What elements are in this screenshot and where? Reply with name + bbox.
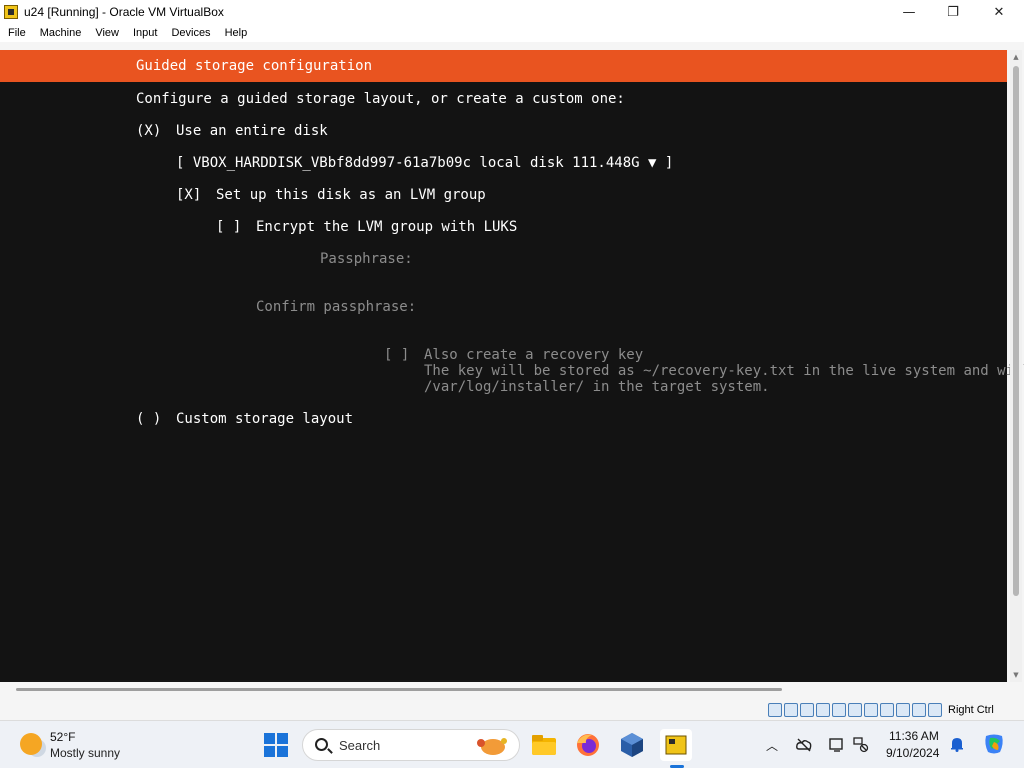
luks-checkbox[interactable]: [ ] <box>216 219 241 235</box>
intro-text: Configure a guided storage layout, or cr… <box>136 91 625 107</box>
menu-bar: File Machine View Input Devices Help <box>0 24 1024 42</box>
installer-console[interactable]: Guided storage configuration Configure a… <box>0 50 1024 682</box>
recovery-key-description-2: /var/log/installer/ in the target system… <box>424 379 770 395</box>
cpu-icon[interactable] <box>896 703 910 717</box>
lvm-label[interactable]: Set up this disk as an LVM group <box>216 187 486 203</box>
window-title: u24 [Running] - Oracle VM VirtualBox <box>24 5 224 19</box>
network-icon[interactable] <box>852 736 870 754</box>
vm-status-bar: Right Ctrl <box>768 702 994 718</box>
passphrase-label: Passphrase: <box>320 251 413 267</box>
menu-view[interactable]: View <box>95 27 119 39</box>
custom-layout-radio[interactable]: ( ) <box>136 411 161 427</box>
windows-taskbar: 52°F Mostly sunny Search ︿ 11:36 AM 9/10… <box>0 720 1024 768</box>
taskbar-search[interactable]: Search <box>302 729 520 761</box>
installer-header-title: Guided storage configuration <box>136 58 373 74</box>
display-icon[interactable] <box>864 703 878 717</box>
menu-machine[interactable]: Machine <box>40 27 82 39</box>
virtualbox-app-icon <box>4 5 18 19</box>
confirm-passphrase-label: Confirm passphrase: <box>256 299 417 315</box>
shared-folder-icon[interactable] <box>848 703 862 717</box>
search-icon <box>315 738 328 751</box>
recovery-key-checkbox[interactable]: [ ] <box>384 347 409 363</box>
vertical-scroll-thumb[interactable] <box>1013 66 1019 596</box>
disk-select-dropdown[interactable]: [ VBOX_HARDDISK_VBbf8dd997-61a7b09c loca… <box>176 155 673 171</box>
virtualbox-icon[interactable] <box>616 729 648 761</box>
cloud-off-icon[interactable] <box>795 736 813 754</box>
vm-status-area: Right Ctrl <box>0 682 1024 720</box>
clock-date[interactable]: 9/10/2024 <box>886 746 939 760</box>
lvm-checkbox[interactable]: [X] <box>176 187 201 203</box>
file-explorer-icon[interactable] <box>528 729 560 761</box>
firefox-icon[interactable] <box>572 729 604 761</box>
recovery-key-description-1: The key will be stored as ~/recovery-key… <box>424 363 1024 379</box>
maximize-button[interactable]: ❐ <box>930 0 976 24</box>
installer-header: Guided storage configuration <box>0 50 1007 82</box>
display-settings-icon[interactable] <box>828 736 846 754</box>
mouse-integration-icon[interactable] <box>912 703 926 717</box>
vertical-scrollbar[interactable]: ▲ ▼ <box>1010 50 1022 682</box>
search-placeholder: Search <box>339 738 381 753</box>
menu-devices[interactable]: Devices <box>171 27 210 39</box>
network-icon[interactable] <box>816 703 830 717</box>
vm-display: Guided storage configuration Configure a… <box>0 42 1024 682</box>
menu-file[interactable]: File <box>8 27 26 39</box>
weather-temperature[interactable]: 52°F <box>50 730 75 744</box>
horizontal-scrollbar[interactable] <box>16 688 782 691</box>
scroll-up-arrow-icon[interactable]: ▲ <box>1011 52 1021 62</box>
entire-disk-label[interactable]: Use an entire disk <box>176 123 328 139</box>
entire-disk-radio[interactable]: (X) <box>136 123 161 139</box>
usb-icon[interactable] <box>832 703 846 717</box>
recording-icon[interactable] <box>880 703 894 717</box>
notification-bell-icon[interactable] <box>950 736 964 752</box>
menu-help[interactable]: Help <box>225 27 248 39</box>
menu-input[interactable]: Input <box>133 27 157 39</box>
custom-layout-label[interactable]: Custom storage layout <box>176 411 353 427</box>
weather-sun-icon[interactable] <box>20 733 42 755</box>
minimize-button[interactable]: — <box>886 0 932 24</box>
audio-icon[interactable] <box>800 703 814 717</box>
weather-description[interactable]: Mostly sunny <box>50 746 120 760</box>
start-icon[interactable] <box>264 733 288 757</box>
virtualbox-vm-icon[interactable] <box>660 729 692 761</box>
recovery-key-label[interactable]: Also create a recovery key <box>424 347 643 363</box>
optical-drive-icon[interactable] <box>784 703 798 717</box>
keyboard-icon[interactable] <box>928 703 942 717</box>
chevron-up-icon[interactable]: ︿ <box>766 737 778 754</box>
copilot-icon[interactable] <box>982 732 1006 756</box>
search-highlight-icon <box>477 738 507 755</box>
clock-time[interactable]: 11:36 AM <box>889 729 939 743</box>
host-key-label: Right Ctrl <box>948 704 994 716</box>
scroll-down-arrow-icon[interactable]: ▼ <box>1011 670 1021 680</box>
hard-disk-icon[interactable] <box>768 703 782 717</box>
close-button[interactable]: ✕ <box>976 0 1022 24</box>
window-titlebar: u24 [Running] - Oracle VM VirtualBox — ❐… <box>0 0 1024 24</box>
luks-label[interactable]: Encrypt the LVM group with LUKS <box>256 219 517 235</box>
